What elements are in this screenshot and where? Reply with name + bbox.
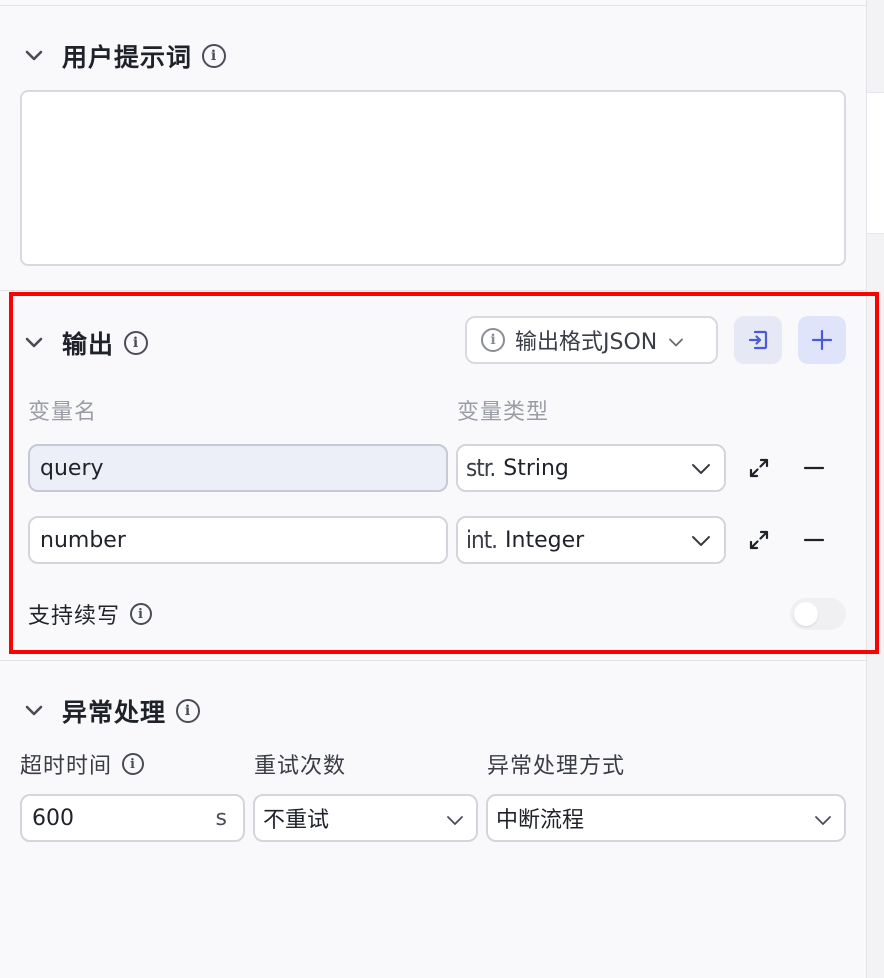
side-tab xyxy=(867,92,884,234)
exception-method-label: 异常处理方式 xyxy=(487,754,626,779)
timeout-label: 超时时间 i xyxy=(20,748,145,780)
info-icon[interactable]: i xyxy=(202,44,227,68)
info-icon[interactable]: i xyxy=(176,699,201,723)
chevron-down-icon[interactable] xyxy=(24,46,44,66)
user-prompt-textarea[interactable] xyxy=(20,90,846,266)
timeout-unit: s xyxy=(215,805,227,831)
retry-select[interactable]: 不重试 xyxy=(253,794,478,842)
chevron-down-icon xyxy=(446,810,464,835)
user-prompt-header[interactable]: 用户提示词 i xyxy=(24,38,227,74)
output-section-highlight xyxy=(9,292,879,654)
exception-method-select[interactable]: 中断流程 xyxy=(486,794,846,842)
retry-value: 不重试 xyxy=(263,808,330,833)
chevron-down-icon[interactable] xyxy=(24,701,44,721)
section-divider xyxy=(0,290,866,291)
user-prompt-title: 用户提示词 xyxy=(62,43,193,72)
exception-header[interactable]: 异常处理 i xyxy=(24,693,201,729)
top-divider xyxy=(0,5,866,6)
retry-label: 重试次数 xyxy=(254,754,347,779)
chevron-down-icon xyxy=(814,810,832,835)
exception-title: 异常处理 xyxy=(62,698,167,727)
exception-method-value: 中断流程 xyxy=(496,808,585,833)
info-icon[interactable]: i xyxy=(122,753,145,775)
timeout-input[interactable]: 600 s xyxy=(20,794,245,842)
section-divider xyxy=(0,660,866,661)
timeout-value: 600 xyxy=(32,805,74,831)
timeout-label-text: 超时时间 xyxy=(20,754,113,779)
